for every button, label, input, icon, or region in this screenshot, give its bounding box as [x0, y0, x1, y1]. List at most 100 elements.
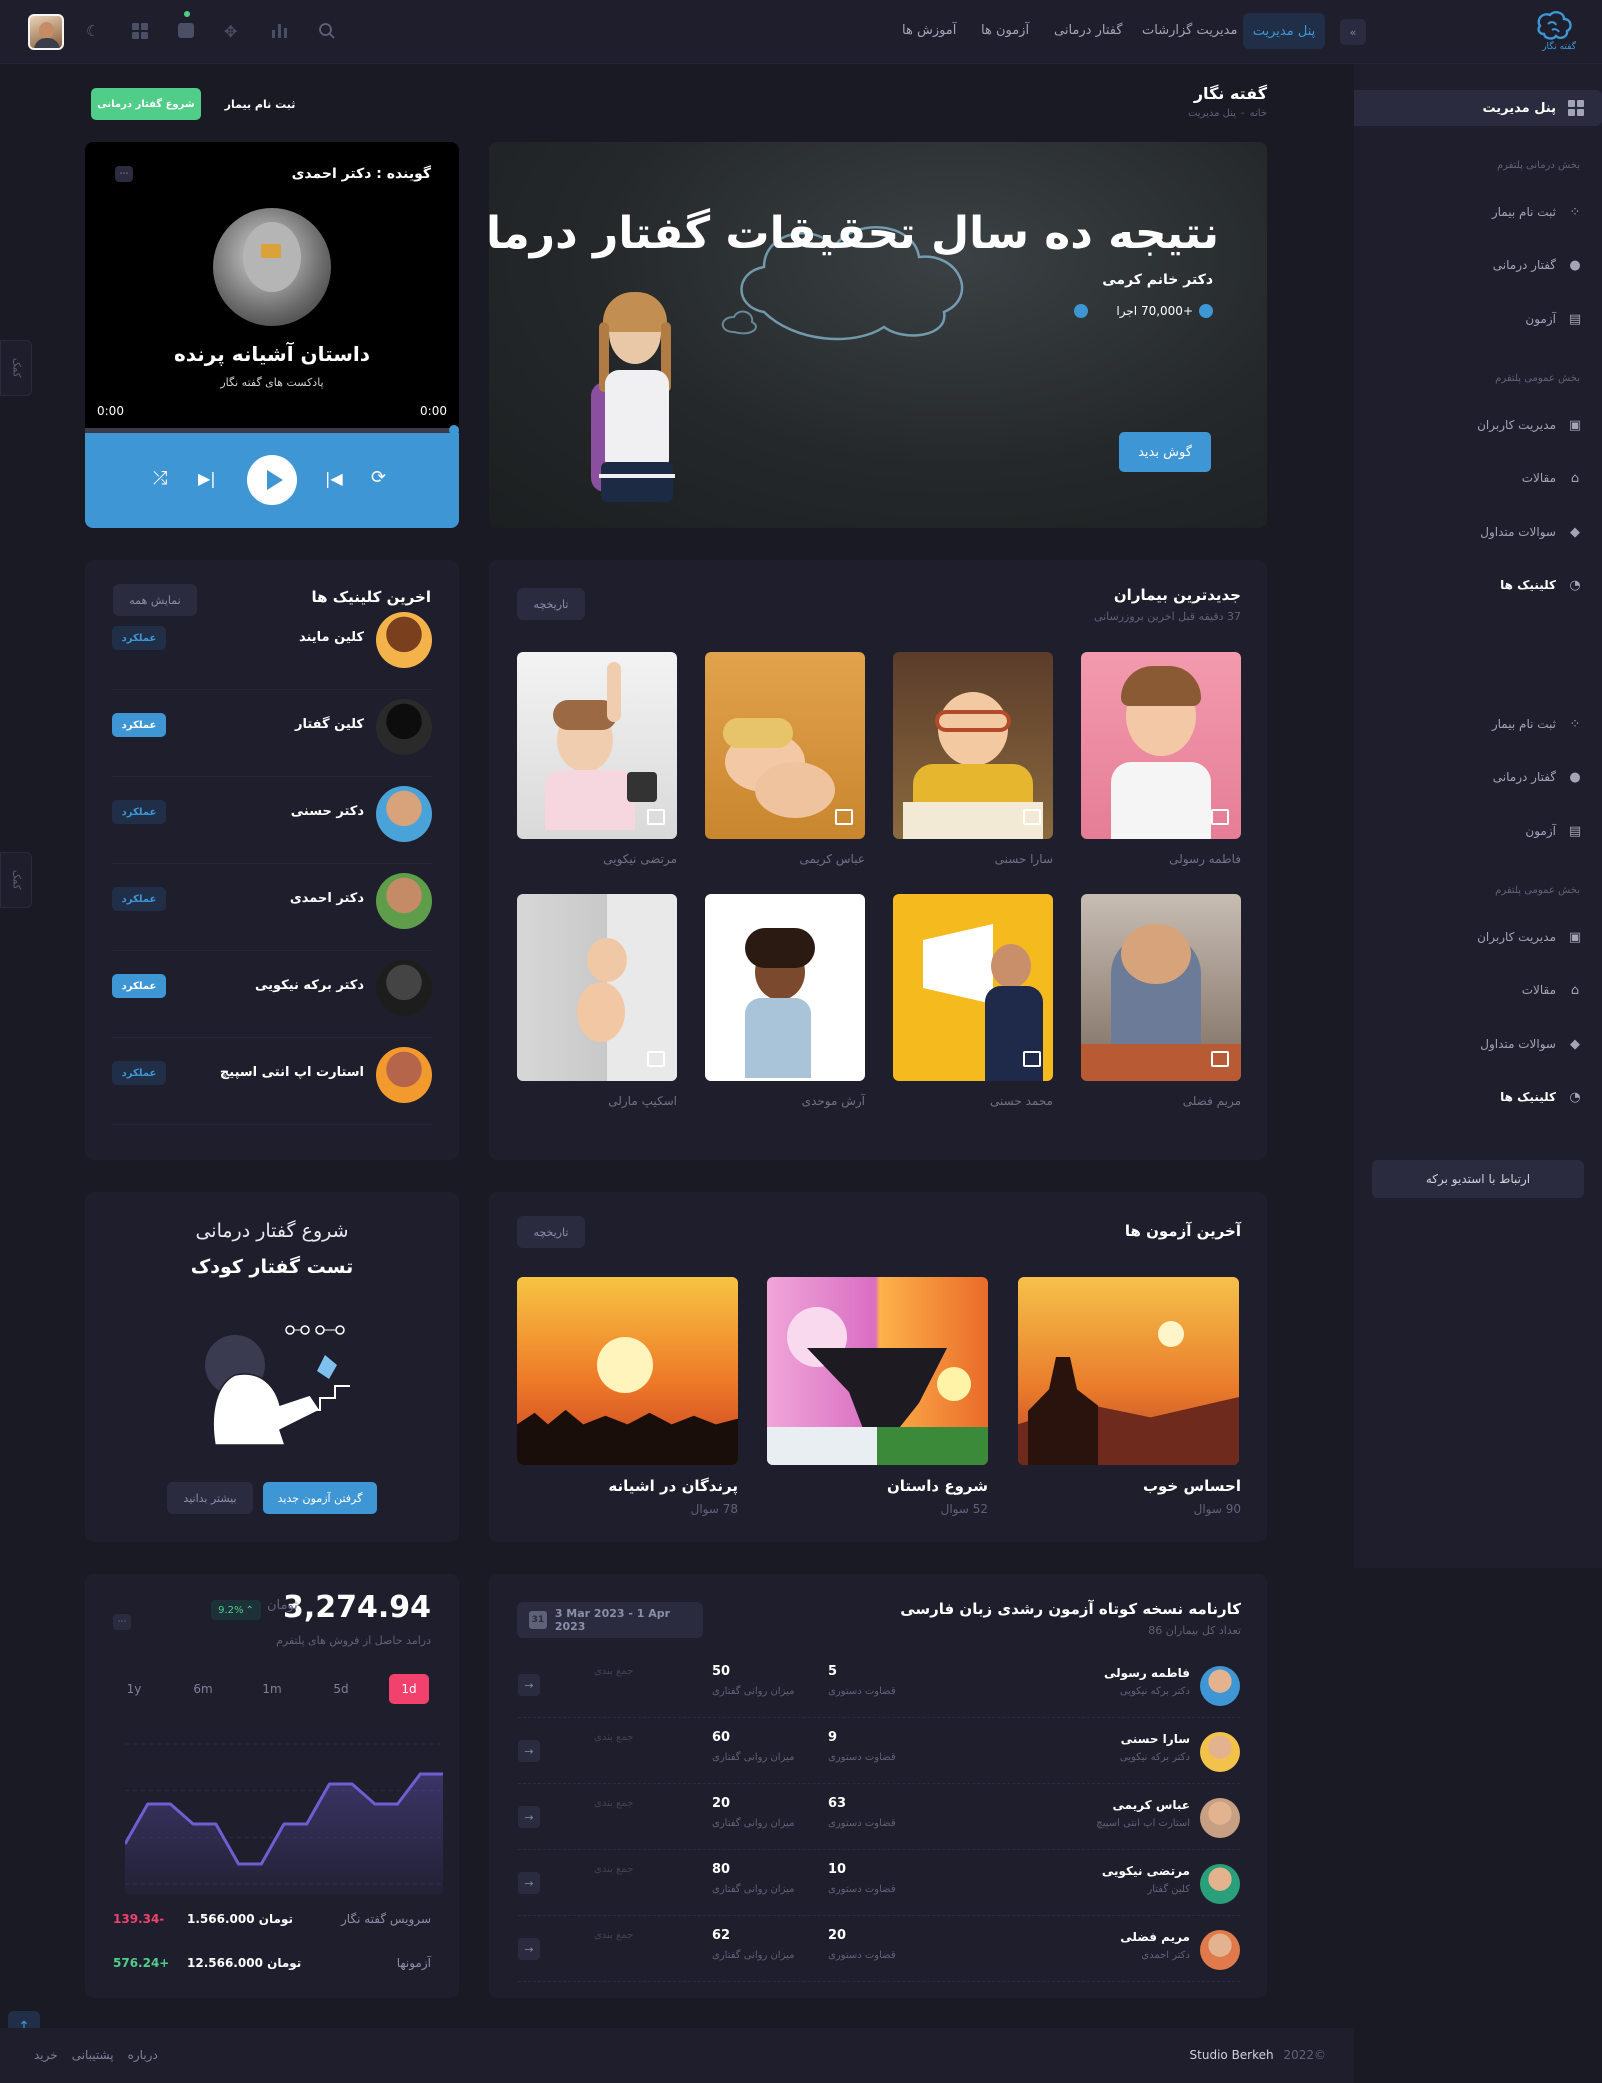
performance-badge[interactable]: عملکرد: [112, 974, 166, 998]
sidebar-item-register-patient-2[interactable]: ⁘ ثبت نام بیمار: [1354, 706, 1602, 742]
performance-badge[interactable]: عملکرد: [112, 1061, 166, 1085]
nav-tab-reports[interactable]: مدیریت گزارشات: [1142, 23, 1237, 38]
footer-link-buy[interactable]: خرید: [34, 2048, 58, 2062]
sidebar-item-register-patient[interactable]: ⁘ ثبت نام بیمار: [1354, 194, 1602, 230]
more-options-button[interactable]: ⋯: [115, 166, 133, 182]
sidebar-item-clinics[interactable]: ◔ کلینیک ها: [1354, 567, 1602, 603]
sidebar-item-speech-therapy-2[interactable]: ● گفتار درمانی: [1354, 759, 1602, 795]
search-icon[interactable]: [318, 22, 336, 40]
register-patient-button[interactable]: ثبت نام بیمار: [210, 88, 310, 120]
contact-studio-button[interactable]: ارتباط با استدیو برکه: [1372, 1160, 1584, 1198]
period-tab-1y[interactable]: 1y: [114, 1674, 154, 1704]
row-patient-name: سارا حسنی: [1120, 1732, 1190, 1746]
register-icon: ⁘: [1569, 716, 1581, 732]
repeat-icon[interactable]: ⟳: [371, 467, 386, 488]
patient-photo[interactable]: [517, 652, 677, 839]
patient-photo[interactable]: [705, 894, 865, 1081]
test-image-good-feeling[interactable]: [1018, 1277, 1239, 1465]
period-tab-5d[interactable]: 5d: [321, 1674, 361, 1704]
patient-photo[interactable]: [517, 894, 677, 1081]
nav-tab-tests[interactable]: آزمون ها: [981, 23, 1029, 38]
new-test-button[interactable]: گرفتن آزمون جدید: [263, 1482, 377, 1514]
report-row: مریم فضلی دکتر احمدی 20 قضاوت دستوری 62 میزان…: [518, 1916, 1240, 1982]
apps-grid-icon[interactable]: [132, 23, 148, 39]
row-fluency-label: میزان روانی گفتاری: [712, 1686, 795, 1697]
tests-history-button[interactable]: تاریخچه: [517, 1216, 585, 1248]
collapse-sidebar-button[interactable]: «: [1340, 19, 1366, 45]
listen-button[interactable]: گوش بدید: [1119, 432, 1211, 472]
footer-link-support[interactable]: پشتیبانی: [72, 2048, 114, 2062]
patient-photo[interactable]: [893, 652, 1053, 839]
newest-patients-card: جدیدترین بیماران 37 دقیقه قبل اخرین بروز…: [489, 560, 1267, 1160]
period-tab-6m[interactable]: 6m: [183, 1674, 223, 1704]
chat-icon[interactable]: [178, 23, 194, 38]
learn-more-button[interactable]: بیشتر بدانید: [167, 1482, 253, 1514]
next-track-icon[interactable]: ▶|: [198, 469, 216, 488]
play-button[interactable]: [247, 455, 297, 505]
footer-link-about[interactable]: درباره: [128, 2048, 158, 2062]
revenue-row-delta: 576.24+: [113, 1956, 170, 1970]
performance-badge[interactable]: عملکرد: [112, 626, 166, 650]
row-action-button[interactable]: →: [518, 1740, 540, 1762]
row-action-button[interactable]: →: [518, 1872, 540, 1894]
sidebar-item-test[interactable]: ▤ آزمون: [1354, 301, 1602, 337]
settings-icon[interactable]: ✥: [224, 22, 237, 41]
patient-photo[interactable]: [705, 652, 865, 839]
row-fluency-value: 60: [712, 1730, 731, 1745]
sidebar-item-user-management[interactable]: ▣ مدیریت کاربران: [1354, 407, 1602, 443]
sidebar-item-speech-therapy[interactable]: ● گفتار درمانی: [1354, 247, 1602, 283]
clinic-name: استارت اپ انتی اسپیچ: [219, 1065, 364, 1080]
user-avatar[interactable]: [28, 14, 64, 50]
period-tab-1d[interactable]: 1d: [389, 1674, 429, 1704]
date-range-picker[interactable]: 31 3 Mar 2023 - 1 Apr 2023: [517, 1602, 703, 1638]
document-icon: ▤: [1568, 823, 1582, 839]
performance-badge[interactable]: عملکرد: [112, 800, 166, 824]
row-action-button[interactable]: →: [518, 1938, 540, 1960]
row-fluency-value: 80: [712, 1862, 731, 1877]
breadcrumb-current: پنل مدیریت: [1187, 108, 1237, 119]
nav-tab-admin[interactable]: پنل مدیریت: [1243, 13, 1325, 49]
revenue-currency: تومان: [267, 1598, 298, 1613]
row-action-button[interactable]: →: [518, 1674, 540, 1696]
shuffle-icon[interactable]: ⤮: [153, 468, 167, 489]
app-logo[interactable]: گفته نگار: [1520, 10, 1580, 54]
patients-history-button[interactable]: تاریخچه: [517, 588, 585, 620]
sidebar-item-faq[interactable]: ◆ سوالات متداول: [1354, 514, 1602, 550]
help-side-tab[interactable]: کمک: [0, 340, 32, 396]
start-therapy-button[interactable]: شروع گفتار درمانی: [91, 88, 201, 120]
sidebar-label: مدیریت کاربران: [1477, 418, 1556, 432]
performance-badge[interactable]: عملکرد: [112, 713, 166, 737]
more-options-button[interactable]: ⋯: [113, 1614, 131, 1630]
dark-mode-moon-icon[interactable]: ☾: [86, 22, 104, 40]
play-count: +70,000 اجرا: [1074, 304, 1213, 318]
test-image-story-start[interactable]: [767, 1277, 988, 1465]
play-circle-icon: [1199, 304, 1213, 318]
nav-tab-tutorials[interactable]: آموزش ها: [902, 23, 956, 38]
sidebar-item-faq-2[interactable]: ◆ سوالات متداول: [1354, 1026, 1602, 1062]
previous-track-icon[interactable]: |◀: [325, 469, 343, 488]
promo-line2: تست گفتار کودک: [190, 1256, 354, 1278]
stats-bar-icon[interactable]: [272, 22, 288, 38]
breadcrumb: خانه - پنل مدیریت: [1188, 108, 1267, 119]
footer-brand[interactable]: Studio Berkeh: [1190, 2048, 1274, 2062]
row-action-button[interactable]: →: [518, 1806, 540, 1828]
nav-tab-speech-therapy[interactable]: گفتار درمانی: [1054, 23, 1123, 38]
patient-photo[interactable]: [893, 894, 1053, 1081]
speaker-label: گوینده : دکتر احمدی: [291, 166, 431, 182]
sidebar-item-clinics-2[interactable]: ◔ کلینیک ها: [1354, 1079, 1602, 1115]
period-tab-1m[interactable]: 1m: [252, 1674, 292, 1704]
clinic-avatar: [376, 699, 432, 755]
test-image-birds-nest[interactable]: [517, 1277, 738, 1465]
patient-photo[interactable]: [1081, 652, 1241, 839]
logo-text: گفته نگار: [1542, 42, 1576, 52]
breadcrumb-home[interactable]: خانه: [1250, 108, 1267, 119]
document-icon: ▤: [1568, 311, 1582, 327]
performance-badge[interactable]: عملکرد: [112, 887, 166, 911]
sidebar-item-articles-2[interactable]: ⌂ مقالات: [1354, 972, 1602, 1008]
sidebar-item-test-2[interactable]: ▤ آزمون: [1354, 813, 1602, 849]
sidebar-item-articles[interactable]: ⌂ مقالات: [1354, 460, 1602, 496]
help-side-tab-2[interactable]: کمک: [0, 852, 32, 908]
sidebar-item-user-management-2[interactable]: ▣ مدیریت کاربران: [1354, 919, 1602, 955]
patient-photo[interactable]: [1081, 894, 1241, 1081]
sidebar-item-admin-panel[interactable]: پنل مدیریت: [1354, 90, 1602, 126]
